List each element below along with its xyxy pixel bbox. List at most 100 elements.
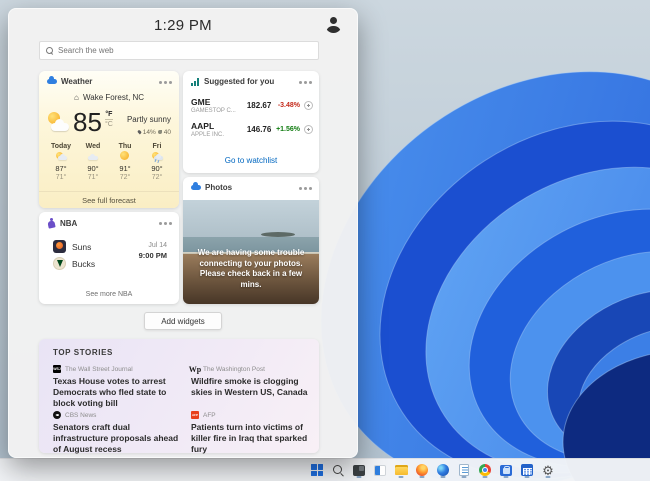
photos-widget-title: Photos <box>191 183 232 192</box>
news-story[interactable]: Wp The Washington Post Wildfire smoke is… <box>191 365 317 398</box>
home-icon: ⌂ <box>74 93 79 102</box>
stock-row[interactable]: GME GAMESTOP C... 182.67 -3.48% <box>191 93 313 117</box>
store-button[interactable] <box>499 462 513 478</box>
avatar-person-icon <box>330 17 337 24</box>
news-story[interactable]: CBS News Senators craft dual infrastruct… <box>53 411 179 455</box>
nba-more-options-icon[interactable] <box>164 222 167 225</box>
sunny-icon <box>119 151 131 161</box>
showers-icon <box>151 151 163 161</box>
user-avatar[interactable] <box>325 16 342 33</box>
cloudy-icon <box>87 151 99 161</box>
settings-button[interactable]: ⚙ <box>541 462 555 478</box>
weather-widget-title: Weather <box>47 77 92 86</box>
news-story[interactable]: AFP AFP Patients turn into victims of ki… <box>191 411 317 455</box>
photos-error-message: We are having some trouble connecting to… <box>189 248 313 291</box>
photos-cloud-icon <box>191 185 201 190</box>
nba-player-icon <box>47 218 56 228</box>
windows-logo-icon <box>311 464 323 476</box>
story-headline: Patients turn into victims of killer fir… <box>191 422 317 455</box>
beach-photo: We are having some trouble connecting to… <box>183 200 319 304</box>
task-view-icon <box>353 465 365 476</box>
folder-icon <box>395 465 408 476</box>
stock-name: GAMESTOP C... <box>191 108 241 114</box>
forecast-day[interactable]: Wed 90° 71° <box>77 143 109 187</box>
add-to-watchlist-icon[interactable] <box>304 101 313 110</box>
stock-row[interactable]: AAPL APPLE INC. 146.76 +1.56% <box>191 117 313 141</box>
air-quality-value: 40 <box>164 129 171 136</box>
air-quality-icon <box>158 130 162 134</box>
widgets-button[interactable] <box>373 462 387 478</box>
precipitation-icon <box>137 130 142 135</box>
edge-button[interactable] <box>436 462 450 478</box>
gear-icon: ⚙ <box>542 464 554 477</box>
see-more-nba-link[interactable]: See more NBA <box>39 291 179 298</box>
weather-more-options-icon[interactable] <box>164 81 167 84</box>
task-view-button[interactable] <box>352 462 366 478</box>
story-source: The Wall Street Journal <box>65 366 133 373</box>
game-time: 9:00 PM <box>139 251 167 260</box>
stock-chart-icon <box>191 78 200 86</box>
add-to-watchlist-icon[interactable] <box>304 125 313 134</box>
news-story[interactable]: WSJ The Wall Street Journal Texas House … <box>53 365 179 409</box>
start-button[interactable] <box>310 462 324 478</box>
stock-price: 146.76 <box>241 125 272 134</box>
avatar-person-icon <box>326 26 341 33</box>
stock-name: APPLE INC. <box>191 132 241 138</box>
photos-more-options-icon[interactable] <box>304 187 307 190</box>
calendar-icon <box>521 464 533 476</box>
weather-cloud-icon <box>47 79 57 84</box>
search-input[interactable] <box>58 46 312 55</box>
nba-widget-title: NBA <box>47 218 77 228</box>
add-widgets-button[interactable]: Add widgets <box>144 312 222 330</box>
widgets-icon <box>374 465 386 476</box>
story-source: The Washington Post <box>203 366 265 373</box>
taskbar-search-button[interactable] <box>331 462 345 478</box>
forecast-day[interactable]: Today 87° 71° <box>45 143 77 187</box>
store-icon <box>500 465 512 476</box>
weather-location: ⌂ Wake Forest, NC <box>39 93 179 102</box>
team-name: Bucks <box>72 259 95 269</box>
suns-logo-icon <box>53 240 66 253</box>
current-temperature: 85 <box>73 109 102 135</box>
precipitation-value: 14% <box>143 129 156 136</box>
unit-toggle[interactable]: °F °C <box>105 111 113 128</box>
chrome-button[interactable] <box>478 462 492 478</box>
wsj-logo-icon: WSJ <box>53 365 61 373</box>
top-stories-card[interactable]: TOP STORIES WSJ The Wall Street Journal … <box>39 339 319 453</box>
story-source: CBS News <box>65 412 96 419</box>
file-explorer-button[interactable] <box>394 462 408 478</box>
story-headline: Senators craft dual infrastructure propo… <box>53 422 179 455</box>
forecast-day[interactable]: Fri 90° 72° <box>141 143 173 187</box>
weather-widget[interactable]: Weather ⌂ Wake Forest, NC 85 °F °C Partl… <box>39 71 179 208</box>
firefox-icon <box>416 464 428 476</box>
photos-widget[interactable]: Photos We are having some trouble connec… <box>183 177 319 304</box>
stock-price: 182.67 <box>241 101 272 110</box>
nba-widget[interactable]: NBA Suns Bucks Jul 14 9:00 PM See more N… <box>39 212 179 304</box>
stocks-widget-title: Suggested for you <box>191 77 274 86</box>
notepad-icon <box>459 464 469 476</box>
forecast-day[interactable]: Thu 91° 72° <box>109 143 141 187</box>
stocks-widget[interactable]: Suggested for you GME GAMESTOP C... 182.… <box>183 71 319 173</box>
washington-post-logo-icon: Wp <box>191 365 199 373</box>
taskbar: ⚙ <box>0 458 650 481</box>
weather-condition: Partly sunny <box>127 115 171 124</box>
stocks-more-options-icon[interactable] <box>304 81 307 84</box>
see-full-forecast-link[interactable]: See full forecast <box>39 191 179 208</box>
forecast-row: Today 87° 71° Wed 90° 71° Thu 91° 72° Fr… <box>45 143 173 187</box>
calendar-button[interactable] <box>520 462 534 478</box>
story-headline: Wildfire smoke is clogging skies in West… <box>191 376 317 398</box>
web-search-bar[interactable] <box>39 41 319 60</box>
bucks-logo-icon <box>53 257 66 270</box>
cbs-eye-logo-icon <box>53 411 61 419</box>
story-headline: Texas House votes to arrest Democrats wh… <box>53 376 179 409</box>
stock-change: -3.48% <box>271 102 300 109</box>
panel-clock: 1:29 PM <box>9 17 357 34</box>
top-stories-header: TOP STORIES <box>53 348 113 357</box>
search-icon <box>333 465 343 475</box>
team-name: Suns <box>72 242 91 252</box>
notepad-button[interactable] <box>457 462 471 478</box>
stock-change: +1.56% <box>271 126 300 133</box>
firefox-button[interactable] <box>415 462 429 478</box>
widgets-panel: 1:29 PM Weather ⌂ Wake Forest, NC 85 °F … <box>8 8 358 458</box>
go-to-watchlist-link[interactable]: Go to watchlist <box>183 156 319 165</box>
